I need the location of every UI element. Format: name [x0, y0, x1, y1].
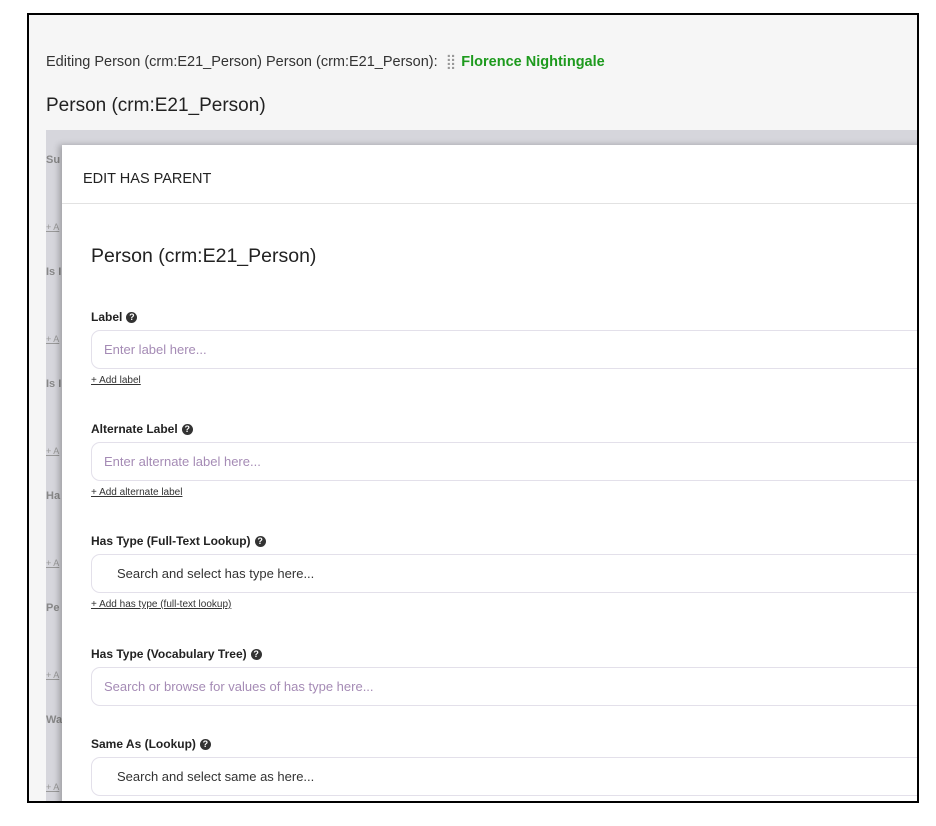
bg-add-link: + A — [46, 334, 60, 344]
help-icon[interactable]: ? — [126, 312, 138, 323]
field-label-text: Same As (Lookup) — [91, 737, 196, 751]
field-label-text: Label — [91, 310, 123, 324]
bg-field-label: Wa — [46, 714, 63, 726]
field-label-text: Has Type (Full-Text Lookup) — [91, 534, 251, 548]
label-input[interactable]: Enter label here... — [91, 330, 917, 369]
field-label: Label? Enter label here... + Add label — [91, 310, 917, 388]
bg-add-link: + A — [46, 670, 60, 680]
field-has-type-fulltext: Has Type (Full-Text Lookup)? Search and … — [91, 534, 917, 612]
add-label-link[interactable]: + Add label — [91, 375, 141, 386]
add-alternate-label-link[interactable]: + Add alternate label — [91, 487, 182, 498]
field-same-as: Same As (Lookup)? Search and select same… — [91, 737, 917, 796]
help-icon[interactable]: ? — [181, 424, 193, 435]
bg-field-label: Is I — [46, 266, 62, 278]
bg-field-label: Pe — [46, 602, 60, 614]
help-icon[interactable]: ? — [250, 649, 262, 660]
bg-add-link: + A — [46, 782, 60, 792]
has-type-vocab-input[interactable]: Search or browse for values of has type … — [91, 667, 917, 706]
field-label-text: Has Type (Vocabulary Tree) — [91, 647, 247, 661]
field-label-text: Alternate Label — [91, 422, 178, 436]
drag-handle-icon[interactable]: ⣿ — [446, 54, 457, 70]
bg-add-link: + A — [46, 222, 60, 232]
modal-title: Person (crm:E21_Person) — [91, 245, 317, 267]
entity-link[interactable]: Florence Nightingale — [461, 54, 604, 70]
modal-header: EDIT HAS PARENT — [62, 145, 917, 204]
field-alternate-label: Alternate Label? Enter alternate label h… — [91, 422, 917, 500]
alternate-label-input[interactable]: Enter alternate label here... — [91, 442, 917, 481]
bg-add-link: + A — [46, 558, 60, 568]
bg-field-label: Su — [46, 154, 61, 166]
edit-modal: EDIT HAS PARENT Person (crm:E21_Person) … — [62, 145, 917, 801]
has-type-lookup-select[interactable]: Search and select has type here... — [91, 554, 917, 593]
bg-field-label: Ha — [46, 490, 61, 502]
breadcrumb: Editing Person (crm:E21_Person) Person (… — [46, 54, 605, 70]
same-as-select[interactable]: Search and select same as here... — [91, 757, 917, 796]
help-icon[interactable]: ? — [199, 739, 211, 750]
breadcrumb-prefix: Editing Person (crm:E21_Person) Person (… — [46, 54, 438, 70]
add-has-type-link[interactable]: + Add has type (full-text lookup) — [91, 599, 231, 610]
bg-add-link: + A — [46, 446, 60, 456]
help-icon[interactable]: ? — [254, 536, 266, 547]
page-title: Person (crm:E21_Person) — [46, 95, 266, 116]
app-window: Editing Person (crm:E21_Person) Person (… — [27, 13, 919, 803]
field-has-type-vocab: Has Type (Vocabulary Tree)? Search or br… — [91, 647, 917, 706]
bg-field-label: Is I — [46, 378, 62, 390]
